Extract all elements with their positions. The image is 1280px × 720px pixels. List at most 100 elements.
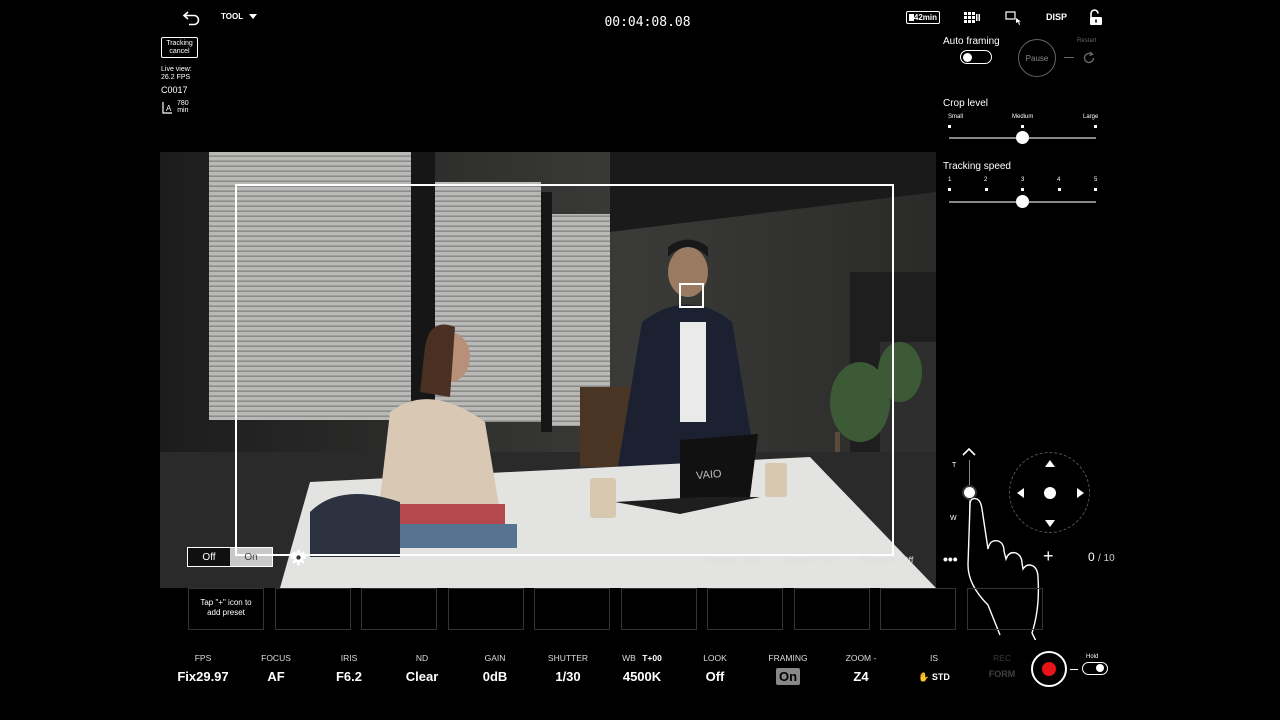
record-dot-icon <box>1042 662 1056 676</box>
tracking-cancel-label: Tracking <box>166 40 193 47</box>
param-value: 4500K <box>622 669 662 684</box>
param-label: ZOOM - <box>831 653 891 665</box>
crop-level-label: Crop level <box>943 98 989 109</box>
restart-label: Restart <box>1077 38 1097 44</box>
interval-info: Interval : 10s <box>707 555 759 565</box>
toggle-knob <box>1096 664 1104 672</box>
param-value: 0dB <box>482 669 508 684</box>
param-nd[interactable]: ND Clear <box>392 653 452 684</box>
crop-tick-large: Large <box>1083 114 1099 120</box>
wb-tint: T+00 <box>642 653 662 663</box>
preset-slot-7[interactable] <box>707 588 783 630</box>
param-label: WB T+00 <box>610 653 674 665</box>
preset-slot-3[interactable] <box>361 588 437 630</box>
speed-tick-mark <box>985 188 988 191</box>
preset-hint: Tap "+" icon to add preset <box>189 589 263 618</box>
framing-on-option[interactable]: On <box>230 548 272 566</box>
param-zoom[interactable]: ZOOM - Z4 <box>831 653 891 684</box>
speed-tick-4: 4 <box>1057 177 1061 183</box>
monitor-touch-icon[interactable] <box>1005 10 1023 26</box>
tracking-speed-slider-thumb[interactable] <box>1016 195 1029 208</box>
preset-slot-10[interactable] <box>967 588 1043 630</box>
crop-tick-mark <box>1094 125 1097 128</box>
back-icon[interactable] <box>182 9 202 27</box>
tool-label: TOOL <box>221 12 244 21</box>
param-framing[interactable]: FRAMING On <box>758 653 818 685</box>
preset-slot-2[interactable] <box>275 588 351 630</box>
preset-hint-line-1: Tap "+" icon to <box>200 598 252 607</box>
random-info: Random : Off <box>860 555 914 565</box>
timecode: 00:04:08.08 <box>604 15 691 30</box>
tracking-speed-label: Tracking speed <box>943 161 1011 172</box>
speed-tick-1: 1 <box>948 177 952 183</box>
preset-slot-8[interactable] <box>794 588 870 630</box>
speed-tick-3: 3 <box>1021 177 1025 183</box>
param-fps[interactable]: FPS Fix29.97 <box>168 653 238 684</box>
param-label: FRAMING <box>768 653 808 663</box>
battery-indicator: 42min <box>906 11 940 24</box>
wb-label: WB <box>622 653 636 663</box>
grid-icon[interactable] <box>964 11 980 24</box>
disp-button[interactable]: DISP <box>1046 12 1067 22</box>
tracking-cancel-label-2: cancel <box>169 48 190 55</box>
param-label: LOOK <box>703 653 727 663</box>
live-view-fps: 26.2 FPS <box>161 74 191 81</box>
param-look[interactable]: LOOK Off <box>685 653 745 684</box>
add-preset-button[interactable]: + <box>1043 546 1054 567</box>
param-value: Fix29.97 <box>177 669 229 684</box>
param-label: GAIN <box>484 653 506 663</box>
param-value: Off <box>705 669 725 684</box>
param-iris[interactable]: IRIS F6.2 <box>319 653 379 684</box>
record-button[interactable] <box>1031 651 1067 687</box>
preset-slot-5[interactable] <box>534 588 610 630</box>
chevron-up-icon[interactable] <box>961 446 977 458</box>
tracking-cancel-button[interactable]: Tracking cancel <box>161 37 198 58</box>
tool-menu[interactable]: TOOL <box>221 12 258 21</box>
param-value: FORM <box>988 669 1016 679</box>
chevron-down-icon <box>249 14 258 19</box>
clip-name: C0017 <box>161 85 188 95</box>
media-remaining-value: 780 <box>177 100 189 107</box>
auto-framing-label: Auto framing <box>943 36 1000 47</box>
preset-slot-4[interactable] <box>448 588 524 630</box>
preset-count-total: / 10 <box>1098 553 1115 564</box>
zoom-label: ZOOM <box>845 653 872 663</box>
hold-toggle[interactable] <box>1082 662 1108 675</box>
battery-remaining: 42min <box>913 13 937 22</box>
zoom-dash: - <box>871 653 877 663</box>
preset-slot-6[interactable] <box>621 588 697 630</box>
param-is[interactable]: IS ✋ STD <box>904 653 964 683</box>
unlock-icon[interactable] <box>1087 9 1103 26</box>
param-label: FOCUS <box>261 653 291 663</box>
speed-tick-mark <box>1021 188 1024 191</box>
face-tracking-box[interactable] <box>679 283 704 308</box>
crop-level-slider-thumb[interactable] <box>1016 131 1029 144</box>
preset-slot-1[interactable]: Tap "+" icon to add preset <box>188 588 264 630</box>
crop-tick-medium: Medium <box>1012 114 1034 120</box>
smooth-info: Smooth : Off <box>783 555 834 565</box>
preset-slot-9[interactable] <box>880 588 956 630</box>
pause-button[interactable]: Pause <box>1018 39 1056 77</box>
param-focus[interactable]: FOCUS AF <box>246 653 306 684</box>
preset-count-value: 0 <box>1088 550 1095 564</box>
param-rec-format[interactable]: REC FORM <box>977 653 1027 679</box>
preset-count: 0 / 10 <box>1088 550 1115 564</box>
param-label: SHUTTER <box>547 653 589 663</box>
zoom-wide-label: W <box>950 515 957 522</box>
live-view-label: Live view: <box>161 66 192 73</box>
stabilizer-icon: ✋ <box>918 672 930 682</box>
param-gain[interactable]: GAIN 0dB <box>465 653 525 684</box>
speed-tick-mark <box>1094 188 1097 191</box>
param-label: REC <box>993 653 1011 663</box>
more-options-icon[interactable]: ••• <box>943 551 958 567</box>
auto-framing-toggle[interactable] <box>960 50 992 64</box>
media-remaining: 780 min <box>177 100 189 114</box>
restart-icon[interactable] <box>1081 50 1097 66</box>
framing-off-option[interactable]: Off <box>188 548 230 566</box>
framing-on-off-toggle[interactable]: Off On <box>187 547 273 567</box>
gear-icon[interactable] <box>290 549 307 566</box>
param-wb[interactable]: WB T+00 4500K <box>610 653 674 684</box>
param-shutter[interactable]: SHUTTER 1/30 <box>538 653 598 684</box>
param-label: IRIS <box>340 653 358 663</box>
param-value: On <box>775 668 801 685</box>
